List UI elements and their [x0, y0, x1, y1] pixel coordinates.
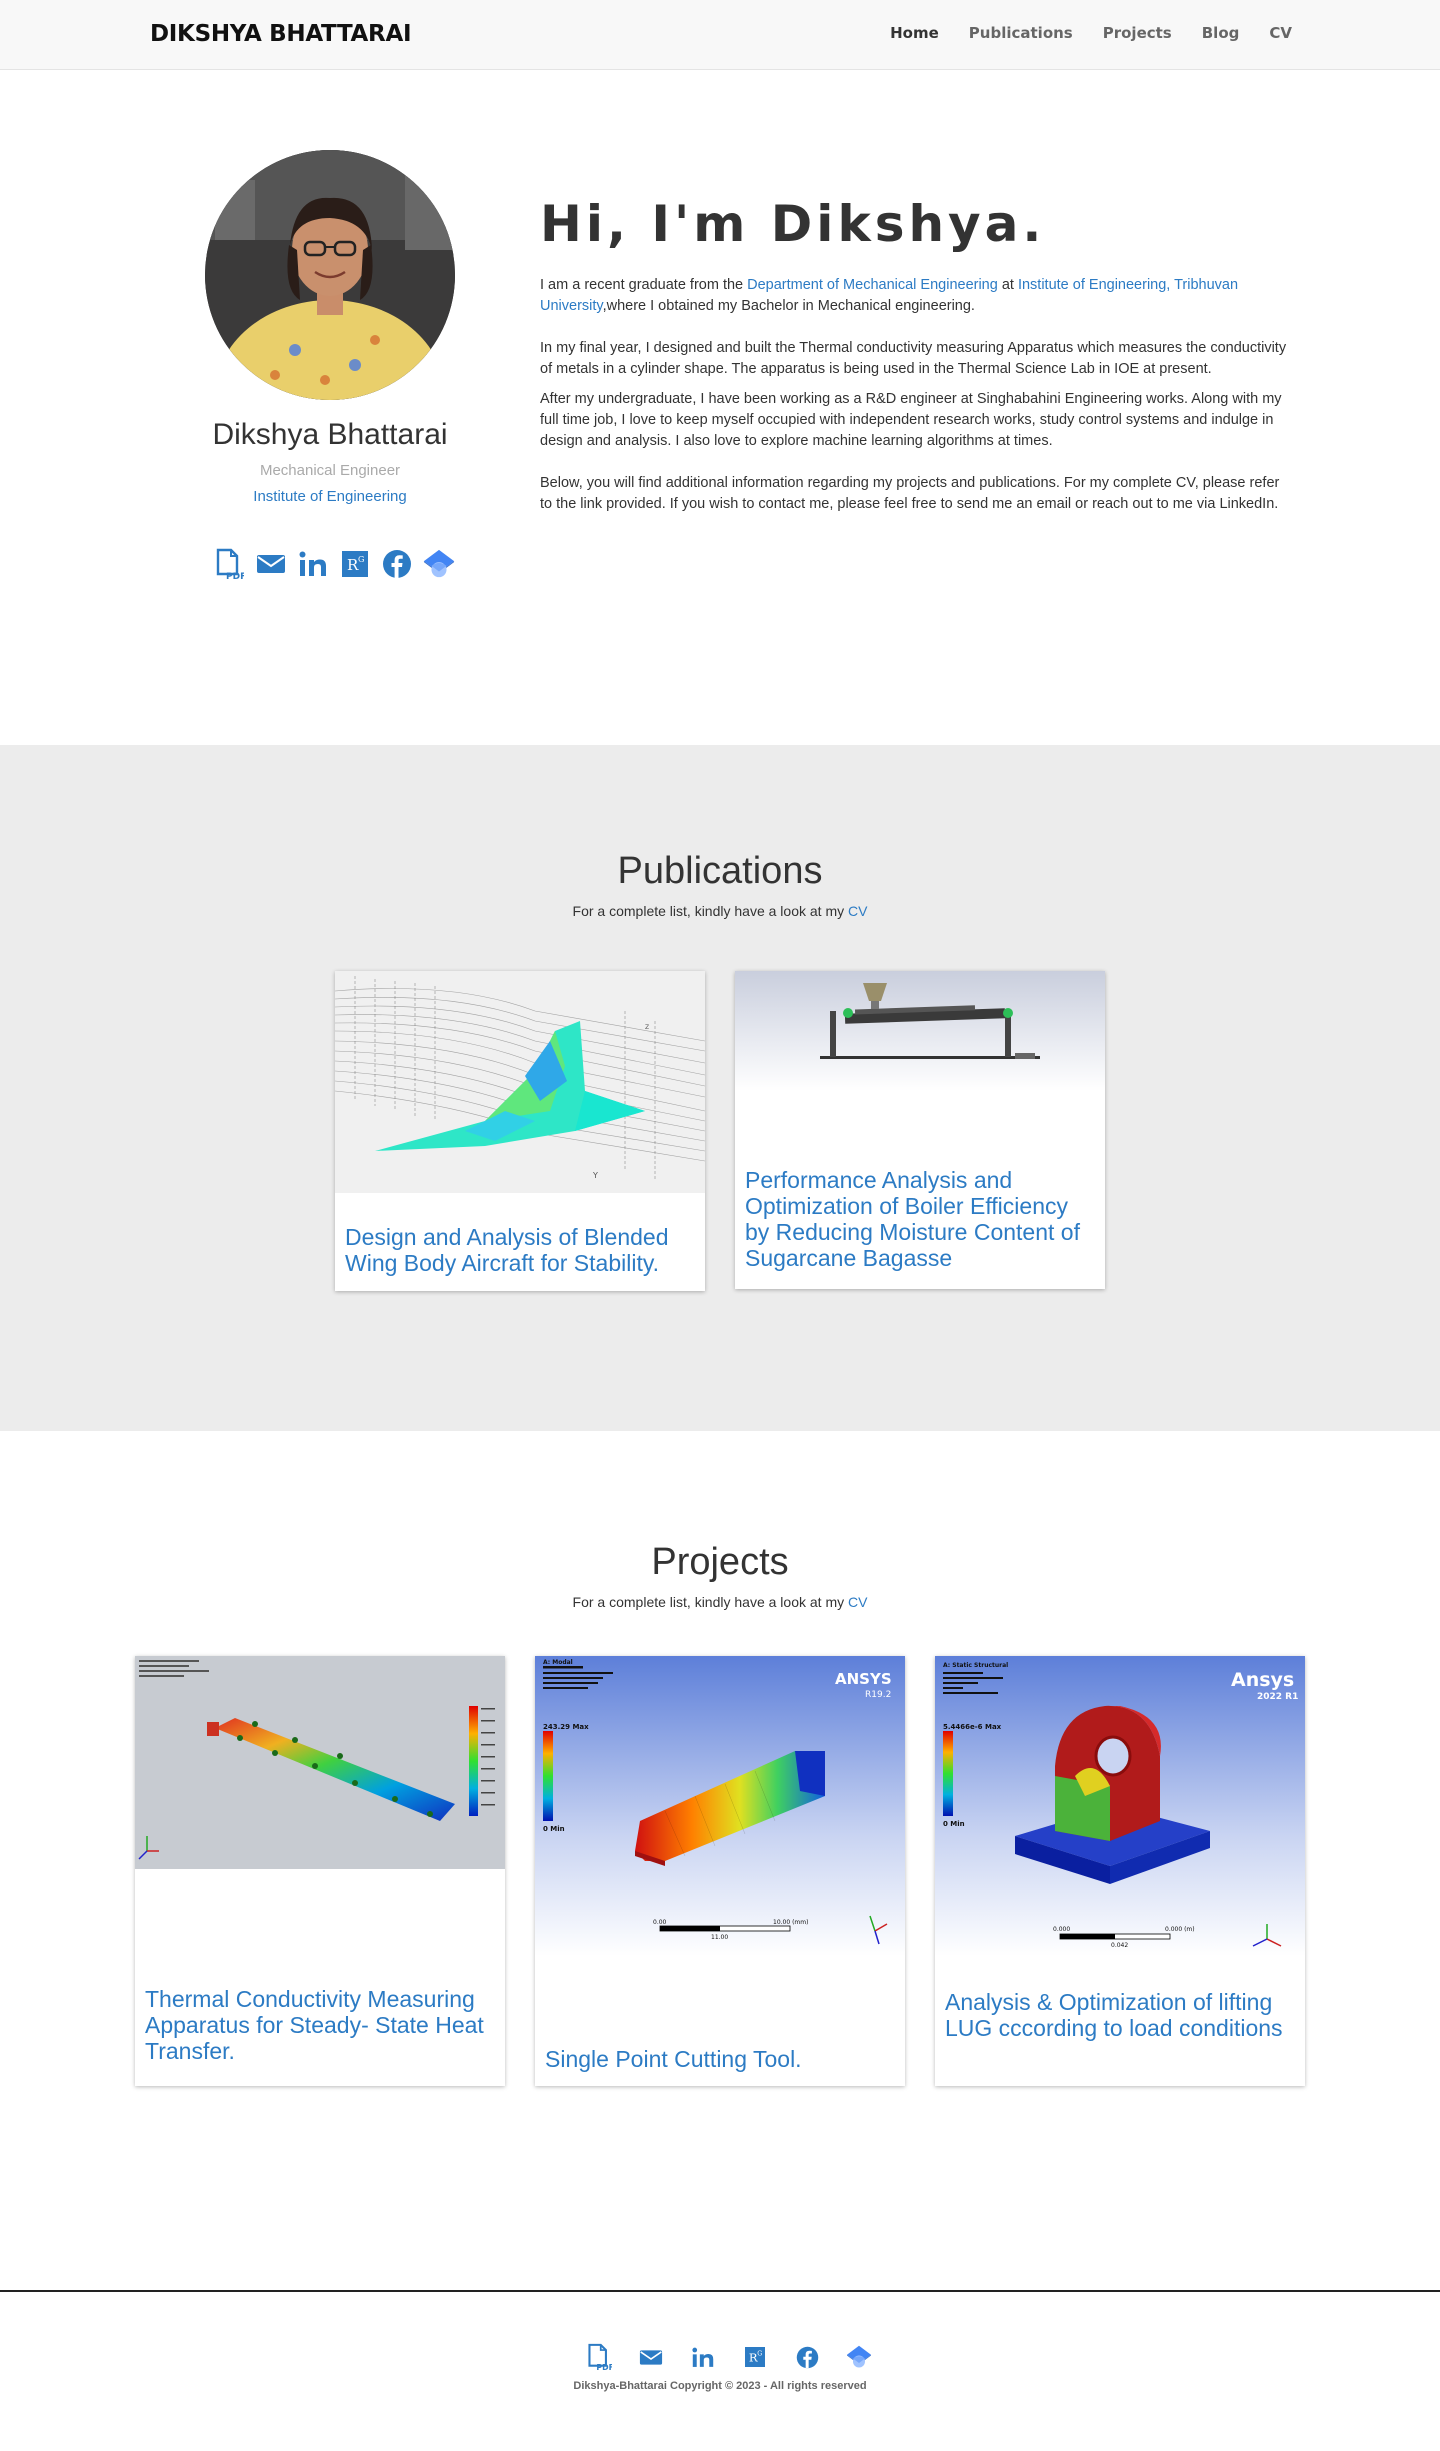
nav-link-cv[interactable]: CV [1269, 24, 1292, 42]
researchgate-icon[interactable]: RG [740, 2342, 770, 2372]
scale-start-label: 0.000 [1053, 1926, 1070, 1933]
project-card[interactable]: ANSYS R19.2 A: Modal 243.29 Max 0 Min 0.… [535, 1656, 905, 2086]
ansys-brand-text: ANSYS [835, 1670, 892, 1688]
site-brand[interactable]: DIKSHYA BHATTARAI [150, 21, 412, 47]
navbar: DIKSHYA BHATTARAI Home Publications Proj… [0, 0, 1440, 70]
project-card[interactable]: Ansys 2022 R1 A: Static Structural 5.446… [935, 1656, 1305, 2086]
legend-min-label: 0 Min [943, 1820, 965, 1828]
svg-text:Y: Y [592, 1171, 598, 1180]
email-icon[interactable] [636, 2342, 666, 2372]
copyright-text: Dikshya-Bhattarai Copyright © 2023 - All… [573, 2380, 867, 2392]
analysis-label: A: Static Structural [943, 1662, 1008, 1669]
scale-mid-label: 0.042 [1111, 1942, 1128, 1949]
pdf-cv-icon[interactable]: PDF [213, 548, 245, 580]
analysis-label: A: Modal [543, 1659, 573, 1666]
publication-thumbnail: Y Z [335, 971, 705, 1193]
project-title[interactable]: Thermal Conductivity Measuring Apparatus… [145, 1986, 495, 2064]
linkedin-icon[interactable] [688, 2342, 718, 2372]
svg-text:PDF: PDF [226, 572, 244, 580]
ansys-version-text: R19.2 [865, 1690, 891, 1700]
scale-end-label: 10.00 (mm) [773, 1919, 808, 1926]
project-thumbnail: Ansys 2022 R1 A: Static Structural 5.446… [935, 1656, 1305, 1956]
publications-cv-link[interactable]: CV [848, 903, 867, 919]
profile-institution-link[interactable]: Institute of Engineering [130, 488, 530, 505]
pdf-cv-icon[interactable]: PDF [584, 2342, 614, 2372]
nav-link-home[interactable]: Home [890, 24, 939, 42]
researchgate-icon[interactable]: RG [339, 548, 371, 580]
publication-card[interactable]: Y Z Design and Analysis of Blended Wing … [335, 971, 705, 1291]
publications-subtitle: For a complete list, kindly have a look … [572, 903, 868, 919]
hero-greeting: Hi, I'm Dikshya. [540, 195, 1046, 253]
nav-link-publications[interactable]: Publications [969, 24, 1073, 42]
svg-text:R: R [749, 2351, 758, 2365]
scale-end-label: 0.000 (m) [1165, 1926, 1195, 1933]
publications-title: Publications [617, 850, 823, 892]
hero-bio: I am a recent graduate from the Departme… [540, 275, 1295, 536]
publication-title[interactable]: Design and Analysis of Blended Wing Body… [345, 1224, 695, 1276]
google-scholar-icon[interactable] [844, 2342, 874, 2372]
svg-text:G: G [358, 555, 364, 564]
publication-thumbnail [735, 971, 1105, 1091]
profile-role: Mechanical Engineer [259, 462, 401, 479]
project-thumbnail [135, 1656, 505, 1869]
svg-text:PDF: PDF [596, 2363, 612, 2371]
legend-min-label: 0 Min [543, 1825, 565, 1833]
nav-menu: Home Publications Projects Blog CV [890, 24, 1292, 42]
ansys-brand-text: Ansys [1231, 1669, 1294, 1691]
projects-subtitle: For a complete list, kindly have a look … [572, 1594, 868, 1610]
facebook-icon[interactable] [792, 2342, 822, 2372]
scale-mid-label: 11.00 [711, 1934, 728, 1941]
svg-text:Z: Z [645, 1024, 649, 1031]
footer-social-links: PDF RG [584, 2342, 874, 2372]
social-links: PDF RG [213, 548, 455, 580]
hero-section: Dikshya Bhattarai Mechanical Engineer In… [0, 70, 1440, 745]
bio-paragraph-3: After my undergraduate, I have been work… [540, 391, 1282, 449]
facebook-icon[interactable] [381, 548, 413, 580]
bio-paragraph-2: In my final year, I designed and built t… [540, 340, 1287, 377]
bio-paragraph-1: I am a recent graduate from the Departme… [540, 277, 1239, 314]
google-scholar-icon[interactable] [423, 548, 455, 580]
ansys-version-text: 2022 R1 [1257, 1692, 1298, 1702]
projects-cv-link[interactable]: CV [848, 1594, 867, 1610]
project-title[interactable]: Analysis & Optimization of lifting LUG c… [945, 1989, 1295, 2041]
nav-link-projects[interactable]: Projects [1103, 24, 1172, 42]
legend-max-label: 243.29 Max [543, 1723, 589, 1731]
projects-section: Projects For a complete list, kindly hav… [0, 1431, 1440, 2291]
svg-text:G: G [757, 2350, 762, 2357]
publication-title[interactable]: Performance Analysis and Optimization of… [745, 1167, 1095, 1271]
profile-name: Dikshya Bhattarai [212, 418, 448, 451]
bio-paragraph-4: Below, you will find additional informat… [540, 475, 1280, 512]
publications-section: Publications For a complete list, kindly… [0, 745, 1440, 1431]
department-link[interactable]: Department of Mechanical Engineering [747, 277, 998, 293]
project-thumbnail: ANSYS R19.2 A: Modal 243.29 Max 0 Min 0.… [535, 1656, 905, 1956]
publication-card[interactable]: Performance Analysis and Optimization of… [735, 971, 1105, 1289]
project-card[interactable]: Thermal Conductivity Measuring Apparatus… [135, 1656, 505, 2086]
profile-photo [205, 150, 455, 400]
nav-link-blog[interactable]: Blog [1202, 24, 1240, 42]
project-title[interactable]: Single Point Cutting Tool. [545, 2046, 895, 2072]
scale-start-label: 0.00 [653, 1919, 667, 1926]
projects-title: Projects [651, 1541, 789, 1583]
footer: PDF RG Dikshya-Bhattarai Copyright © 202… [0, 2290, 1440, 2451]
legend-max-label: 5.4466e-6 Max [943, 1723, 1002, 1731]
linkedin-icon[interactable] [297, 548, 329, 580]
email-icon[interactable] [255, 548, 287, 580]
